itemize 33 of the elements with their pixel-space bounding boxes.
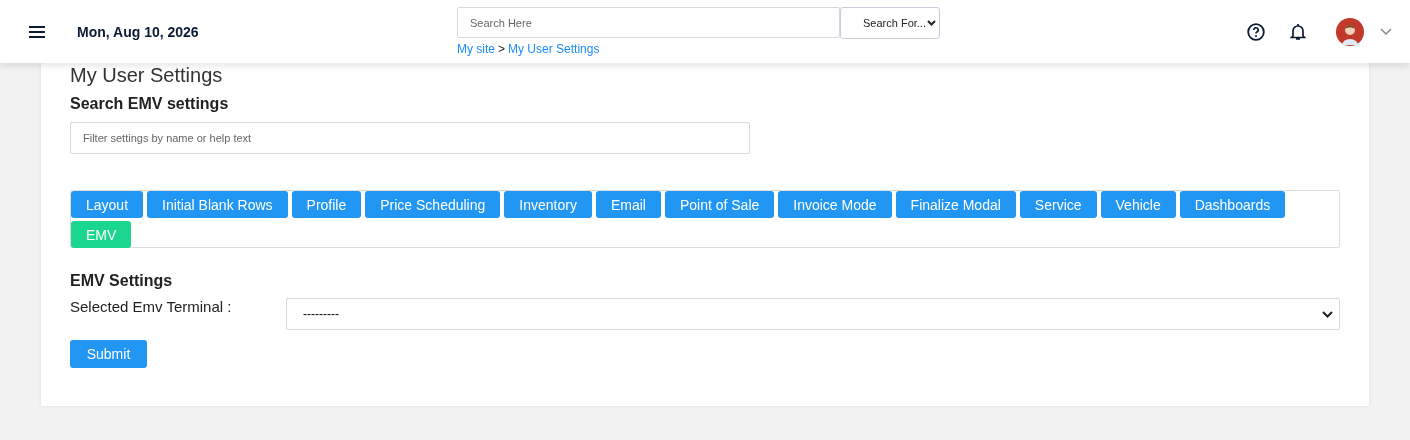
submit-button[interactable]: Submit [70,340,147,368]
settings-tab[interactable]: Finalize Modal [895,191,1016,218]
help-icon[interactable] [1247,23,1265,41]
settings-tab[interactable]: Initial Blank Rows [147,191,288,218]
settings-tab[interactable]: Price Scheduling [365,191,501,218]
date-text: Mon, Aug 10, 2026 [77,24,199,40]
terminal-select[interactable]: --------- [286,298,1340,330]
section-title: EMV Settings [70,272,174,290]
settings-tab[interactable]: Invoice Mode [778,191,892,218]
field-label: Selected Emv Terminal : [70,298,233,315]
breadcrumb-link[interactable]: My site [457,42,495,56]
bell-icon[interactable] [1290,23,1306,41]
chevron-down-icon [927,20,936,26]
chevron-down-icon [1322,310,1333,318]
settings-tab[interactable]: Profile [291,191,362,218]
settings-tab[interactable]: Inventory [504,191,592,218]
search-heading: Search EMV settings [70,95,230,113]
settings-tab[interactable]: Layout [71,191,144,218]
breadcrumb-link[interactable]: My User Settings [508,42,600,56]
search-field[interactable]: Search Here [457,7,840,38]
settings-tab[interactable]: Vehicle [1100,191,1176,218]
filter-field[interactable]: Filter settings by name or help text [70,122,750,154]
breadcrumb-separator: > [498,42,506,56]
avatar[interactable] [1336,18,1364,46]
search-scope-dropdown[interactable]: Search For... [840,7,940,39]
settings-tab[interactable]: Point of Sale [664,191,775,218]
chevron-down-icon[interactable] [1380,28,1392,36]
settings-tab[interactable]: Dashboards [1179,191,1286,218]
settings-tab[interactable]: Email [595,191,661,218]
menu-icon[interactable] [28,25,46,39]
page-title: My User Settings [70,63,224,85]
settings-tab[interactable]: EMV [71,221,132,248]
settings-tab[interactable]: Service [1019,191,1097,218]
